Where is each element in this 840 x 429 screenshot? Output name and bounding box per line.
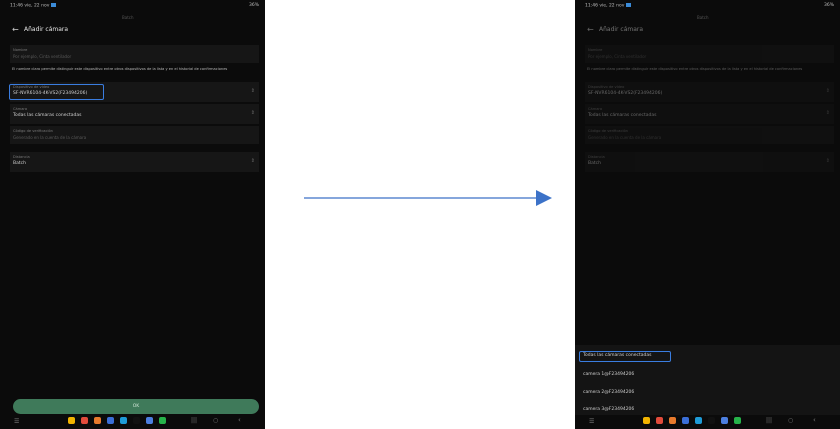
status-time: 11:46 vie, 22 nov [10,3,57,9]
name-field-label: Nombre [588,48,603,52]
app-notification-icon [626,3,632,7]
dropdown-option-camera-2[interactable]: camera 2@F23494206 [583,390,634,395]
ok-button[interactable]: OK [13,399,259,414]
chevron-updown-icon: ⇕ [250,110,255,116]
status-battery: 36% [823,3,834,8]
app-icon-green[interactable] [159,417,166,424]
app-dock [643,417,741,424]
distance-select[interactable]: Distancia Batch ⇕ [585,152,834,172]
chevron-updown-icon: ⇕ [825,158,830,164]
verification-code-field[interactable]: Código de verificación Generado en la cu… [585,126,834,144]
app-icon-orange[interactable] [94,417,101,424]
dropdown-option-camera-3[interactable]: camera 3@F23494206 [583,407,634,412]
video-device-label: Dispositivo de vídeo [588,85,625,89]
app-dock [68,417,166,424]
camera-label: Cámara [588,107,603,111]
menu-icon[interactable]: ☰ [589,418,594,425]
screen-right: 11:46 vie, 22 nov Batch 36% ← Añadir cám… [575,0,840,429]
highlight-box [579,351,671,362]
recent-apps-icon[interactable]: ||| [766,417,772,424]
app-icon-folder[interactable] [68,417,75,424]
app-icon-light-blue[interactable] [120,417,127,424]
home-icon[interactable]: ○ [788,417,793,424]
distance-select[interactable]: Distancia Batch ⇕ [10,152,259,172]
chevron-updown-icon: ⇕ [825,110,830,116]
app-icon-orange[interactable] [669,417,676,424]
name-field-label: Nombre [13,48,28,52]
chevron-updown-icon: ⇕ [250,158,255,164]
camera-select[interactable]: Cámara Todas las cámaras conectadas ⇕ [585,104,834,124]
verification-code-placeholder: Generado en la cuenta de la cámara [588,135,662,140]
app-notification-icon [51,3,57,7]
app-icon-red[interactable] [656,417,663,424]
app-icon-blue[interactable] [107,417,114,424]
status-time: 11:46 vie, 22 nov [585,3,632,9]
distance-value: Batch [588,161,601,166]
home-icon[interactable]: ○ [213,417,218,424]
chevron-updown-icon: ⇕ [250,88,255,94]
name-field[interactable]: Nombre Por ejemplo, Cinta ventilador [10,45,259,63]
name-field-placeholder: Por ejemplo, Cinta ventilador [588,54,647,59]
status-bar: 11:46 vie, 22 nov Batch 36% [575,0,840,20]
camera-value: Todas las cámaras conectadas [588,113,657,118]
app-bar: ← Añadir cámara [0,23,265,37]
nav-back-icon[interactable]: ‹ [813,416,816,424]
page-title: Añadir cámara [24,26,69,33]
status-top-label: Batch [122,15,134,20]
app-icon-green[interactable] [734,417,741,424]
screen-left: 11:46 vie, 22 nov Batch 36% ← Añadir cám… [0,0,265,429]
name-hint: El nombre claro permite distinguir este … [587,67,803,71]
chevron-updown-icon: ⇕ [825,88,830,94]
app-bar: ← Añadir cámara [575,23,840,37]
app-icon-folder[interactable] [643,417,650,424]
camera-label: Cámara [13,107,28,111]
app-icon-multi[interactable] [721,417,728,424]
recent-apps-icon[interactable]: ||| [191,417,197,424]
back-arrow-icon[interactable]: ← [587,23,594,37]
distance-label: Distancia [588,155,605,159]
status-battery: 36% [248,3,259,8]
video-device-select[interactable]: Dispositivo de vídeo SF-NVR6104-4K-VS2(F… [585,82,834,102]
page-title: Añadir cámara [599,26,644,33]
arrow-head [536,190,552,206]
verification-code-label: Código de verificación [588,129,628,133]
back-arrow-icon[interactable]: ← [12,23,19,37]
video-device-value: SF-NVR6104-4K-VS2(F23494206) [588,91,663,96]
menu-icon[interactable]: ☰ [14,418,19,425]
name-hint: El nombre claro permite distinguir este … [12,67,228,71]
verification-code-placeholder: Generado en la cuenta de la cámara [13,135,87,140]
app-icon-light-blue[interactable] [695,417,702,424]
verification-code-field[interactable]: Código de verificación Generado en la cu… [10,126,259,144]
app-icon-blue[interactable] [682,417,689,424]
camera-value: Todas las cámaras conectadas [13,113,82,118]
dropdown-option-camera-1[interactable]: camera 1@F23494206 [583,372,634,377]
name-field[interactable]: Nombre Por ejemplo, Cinta ventilador [585,45,834,63]
name-field-placeholder: Por ejemplo, Cinta ventilador [13,54,72,59]
camera-select[interactable]: Cámara Todas las cámaras conectadas ⇕ [10,104,259,124]
transition-arrow [304,190,552,206]
highlight-box [9,84,104,100]
system-nav-bar: ☰ ||| ○ ‹ [0,415,265,429]
status-bar: 11:46 vie, 22 nov Batch 36% [0,0,265,20]
app-icon-red[interactable] [81,417,88,424]
distance-label: Distancia [13,155,30,159]
system-nav-bar: ☰ ||| ○ ‹ [575,415,840,429]
app-icon-multi[interactable] [146,417,153,424]
status-top-label: Batch [697,15,709,20]
dock-gap [133,417,140,424]
verification-code-label: Código de verificación [13,129,53,133]
nav-back-icon[interactable]: ‹ [238,416,241,424]
dock-gap [708,417,715,424]
distance-value: Batch [13,161,26,166]
